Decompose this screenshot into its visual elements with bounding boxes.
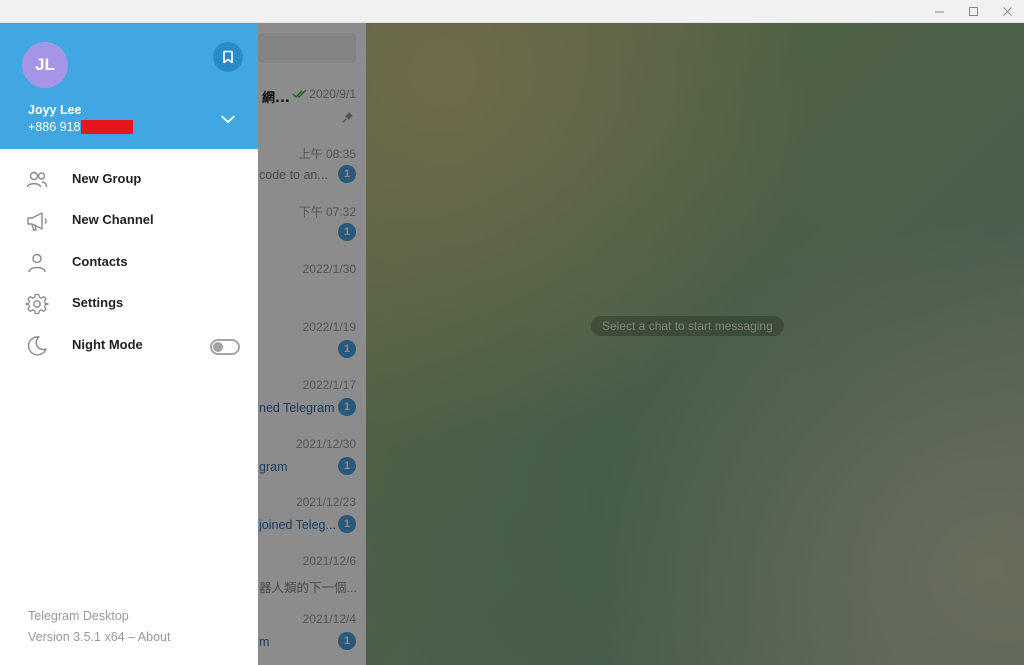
menu-header: JL Joyy Lee +886 918: [0, 23, 258, 149]
redaction-mark: [81, 120, 133, 134]
person-icon: [28, 253, 46, 273]
user-name: Joyy Lee: [28, 103, 82, 117]
menu-item-new-group[interactable]: New Group: [0, 159, 258, 200]
avatar[interactable]: JL: [22, 42, 68, 88]
menu-item-new-channel[interactable]: New Channel: [0, 200, 258, 241]
close-icon: [1002, 7, 1012, 16]
menu-label: Night Mode: [72, 337, 143, 352]
app-name: Telegram Desktop: [28, 609, 129, 623]
side-menu: JL Joyy Lee +886 918 New Group New Chann…: [0, 23, 258, 665]
close-window-button[interactable]: [990, 0, 1024, 23]
menu-item-settings[interactable]: Settings: [0, 283, 258, 324]
menu-label: New Channel: [72, 212, 154, 227]
bookmark-icon: [223, 50, 233, 64]
user-phone: +886 918: [28, 120, 81, 134]
gear-icon: [25, 293, 49, 315]
moon-icon: [27, 336, 47, 356]
accounts-expand-button[interactable]: [216, 109, 240, 129]
toggle-knob: [213, 342, 223, 352]
menu-label: New Group: [72, 171, 142, 186]
night-mode-toggle[interactable]: [210, 339, 240, 355]
group-icon: [26, 171, 48, 188]
maximize-button[interactable]: [956, 0, 990, 23]
menu-item-contacts[interactable]: Contacts: [0, 242, 258, 283]
menu-item-night-mode[interactable]: Night Mode: [0, 325, 258, 366]
minimize-icon: [934, 11, 944, 13]
saved-messages-button[interactable]: [213, 42, 243, 72]
minimize-button[interactable]: [922, 0, 956, 23]
app-version-about-link[interactable]: Version 3.5.1 x64 – About: [28, 630, 170, 644]
menu-label: Settings: [72, 295, 124, 310]
maximize-icon: [968, 7, 978, 16]
window-titlebar: [0, 0, 1024, 23]
megaphone-icon: [27, 212, 47, 231]
menu-label: Contacts: [72, 254, 128, 269]
chevron-down-icon: [220, 115, 236, 124]
